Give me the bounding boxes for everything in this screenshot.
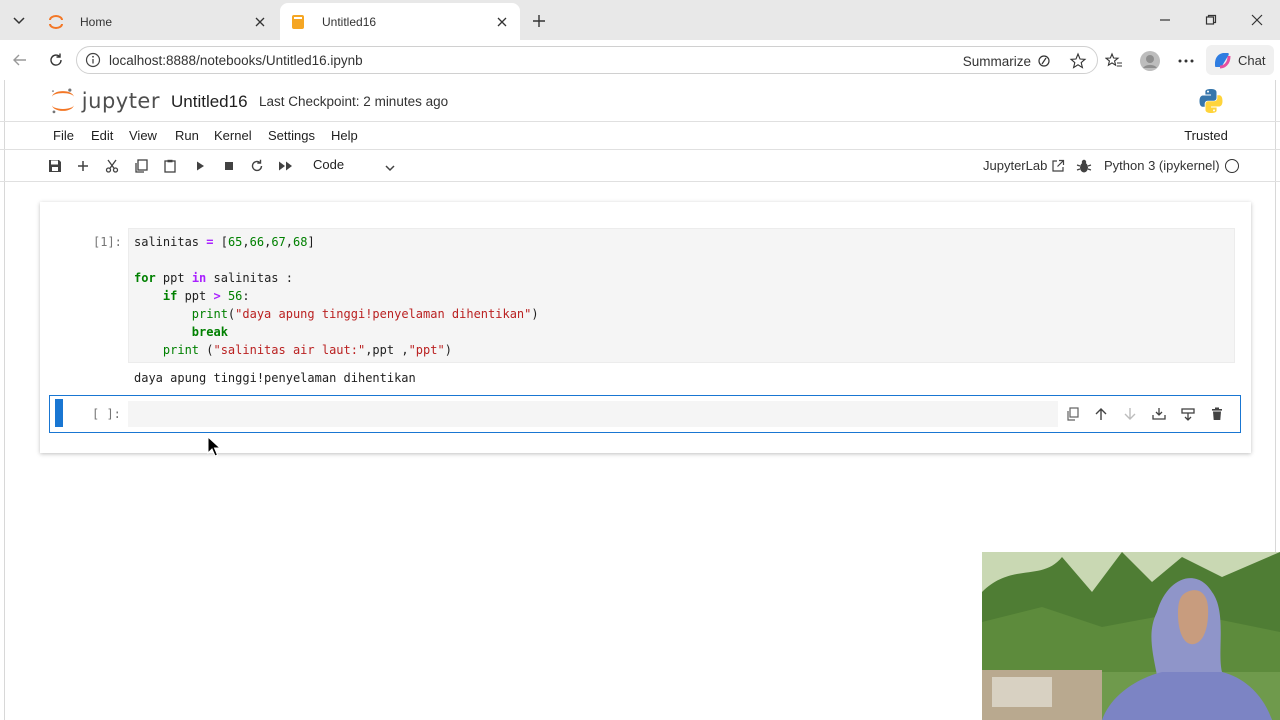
code-line: for ppt in salinitas : (134, 271, 293, 285)
kernel-idle-status-icon (1225, 159, 1239, 173)
menu-settings[interactable]: Settings (268, 128, 315, 143)
webcam-video-overlay (982, 552, 1280, 720)
jupyter-logo[interactable]: jupyter (50, 86, 160, 116)
last-checkpoint: Last Checkpoint: 2 minutes ago (259, 94, 449, 109)
paste-icon[interactable] (161, 157, 179, 175)
mouse-pointer-icon (207, 435, 223, 458)
copy-icon[interactable] (132, 157, 150, 175)
save-icon[interactable] (46, 157, 64, 175)
cell-1-prompt: [1]: (93, 235, 122, 249)
restart-run-all-icon[interactable] (277, 157, 295, 175)
restart-kernel-icon[interactable] (248, 157, 266, 175)
browser-tab-untitled16[interactable]: Untitled16 (280, 3, 520, 40)
cell-2-prompt: [ ]: (92, 407, 121, 421)
code-line: print ("salinitas air laut:",ppt ,"ppt") (162, 343, 452, 357)
move-up-icon[interactable] (1092, 405, 1110, 423)
code-line: print("daya apung tinggi!penyelaman dihe… (191, 307, 539, 321)
summarize-button[interactable]: Summarize (963, 52, 1053, 70)
code-line: salinitas = [65,66,67,68] (134, 235, 315, 249)
stop-icon[interactable] (220, 157, 238, 175)
copilot-chat-button[interactable]: Chat (1206, 45, 1274, 75)
address-bar[interactable]: localhost:8888/notebooks/Untitled16.ipyn… (76, 46, 1098, 74)
menu-run[interactable]: Run (175, 128, 199, 143)
move-down-icon[interactable] (1121, 405, 1139, 423)
trusted-indicator[interactable]: Trusted (1176, 124, 1236, 146)
debugger-bug-icon[interactable] (1076, 158, 1092, 174)
chevron-down-icon[interactable] (383, 161, 397, 175)
tab-title: Home (80, 14, 113, 29)
chat-label: Chat (1238, 52, 1266, 68)
minimize-icon[interactable] (1155, 10, 1175, 30)
window-close-icon[interactable] (1247, 10, 1267, 30)
cell-collapser[interactable] (55, 399, 63, 427)
cell-1-output: daya apung tinggi!penyelaman dihentikan (134, 371, 416, 385)
favorite-star-icon[interactable] (1069, 52, 1087, 70)
menu-edit[interactable]: Edit (91, 128, 113, 143)
kernel-name[interactable]: Python 3 (ipykernel) (1104, 158, 1220, 173)
tab-title: Untitled16 (322, 14, 377, 29)
back-arrow-icon[interactable] (9, 49, 31, 71)
more-options-icon[interactable] (1175, 50, 1197, 72)
cell-2-editor[interactable] (128, 401, 1058, 427)
summarize-icon (1038, 55, 1050, 67)
close-tab-icon[interactable] (492, 12, 512, 32)
external-link-icon (1052, 159, 1065, 172)
copilot-icon (1215, 53, 1231, 69)
code-line: if ppt > 56: (162, 289, 250, 303)
restore-icon[interactable] (1201, 10, 1221, 30)
jupyter-logo-icon (51, 88, 74, 114)
browser-tab-home[interactable]: Home (38, 3, 278, 40)
menu-help[interactable]: Help (331, 128, 358, 143)
close-tab-icon[interactable] (250, 12, 270, 32)
reload-icon[interactable] (45, 49, 67, 71)
run-icon[interactable] (191, 157, 209, 175)
python-logo-icon (1197, 87, 1225, 115)
open-jupyterlab-link[interactable]: JupyterLab (983, 158, 1065, 173)
favorites-list-icon[interactable] (1103, 50, 1125, 72)
delete-cell-icon[interactable] (1208, 405, 1226, 423)
insert-above-icon[interactable] (1150, 405, 1168, 423)
add-cell-icon[interactable] (74, 157, 92, 175)
site-info-icon[interactable] (85, 52, 101, 68)
menu-view[interactable]: View (129, 128, 157, 143)
profile-avatar-icon[interactable] (1139, 50, 1161, 72)
jupyterlab-label: JupyterLab (983, 158, 1048, 173)
browser-tab-strip: Home Untitled16 (0, 0, 1280, 40)
cut-icon[interactable] (103, 157, 121, 175)
code-line: break (191, 325, 228, 339)
url-text: localhost:8888/notebooks/Untitled16.ipyn… (109, 53, 363, 68)
menu-file[interactable]: File (53, 128, 74, 143)
notebook-favicon-icon (290, 14, 306, 30)
notebook-title[interactable]: Untitled16 (171, 92, 248, 112)
jupyter-favicon-icon (48, 14, 64, 30)
new-tab-plus-icon[interactable] (528, 10, 550, 32)
insert-below-icon[interactable] (1179, 405, 1197, 423)
duplicate-cell-icon[interactable] (1064, 405, 1082, 423)
tab-list-chevron-icon[interactable] (6, 8, 32, 32)
summarize-label: Summarize (962, 53, 1031, 69)
jupyter-logo-text: jupyter (81, 89, 160, 113)
menu-kernel[interactable]: Kernel (214, 128, 252, 143)
